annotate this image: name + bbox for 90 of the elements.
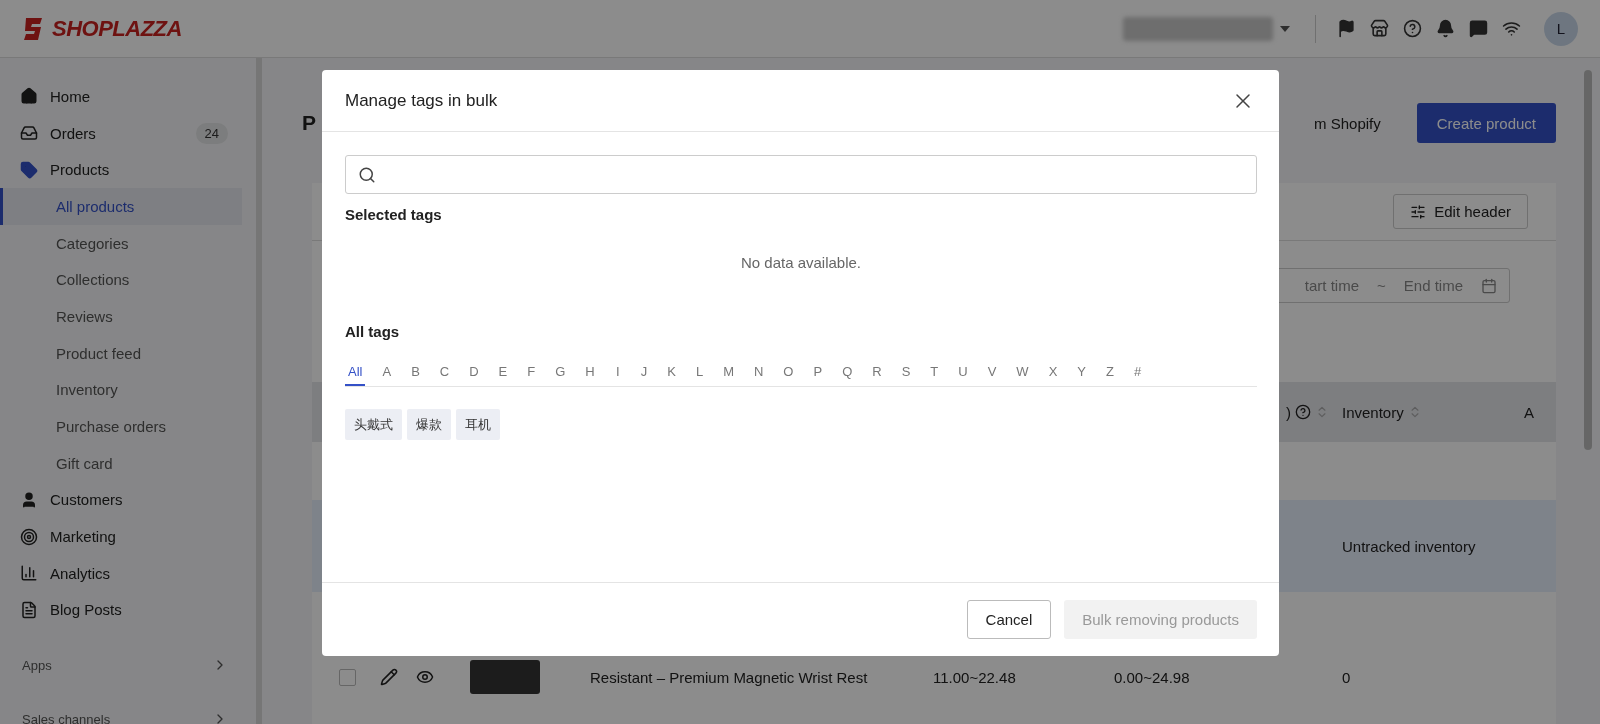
column-header[interactable]: Inventory	[1342, 403, 1524, 421]
wifi-icon	[1502, 19, 1521, 38]
page-title: P	[302, 111, 316, 135]
product-image	[470, 660, 540, 694]
bar-chart-icon	[20, 564, 38, 583]
nav-item[interactable]: Orders 24	[0, 114, 256, 152]
row-checkbox[interactable]	[339, 668, 356, 686]
letter-tab[interactable]: D	[466, 362, 482, 386]
letter-tab[interactable]: T	[927, 362, 942, 386]
letter-tab[interactable]: Y	[1074, 362, 1089, 386]
nav-subitem[interactable]: Inventory	[0, 371, 242, 409]
store-icon[interactable]	[1370, 19, 1389, 38]
letter-tab[interactable]: #	[1130, 362, 1145, 386]
inbox-icon	[20, 124, 38, 143]
nav-section[interactable]: Sales channels	[0, 682, 256, 724]
nav-subitem[interactable]: Reviews	[0, 298, 242, 335]
pencil-icon[interactable]	[380, 668, 398, 686]
product-title: Resistant – Premium Magnetic Wrist Rest	[590, 668, 869, 686]
section-label: Selected tags	[345, 206, 443, 223]
tag-icon	[20, 160, 38, 179]
edit-header-button[interactable]: Edit header	[1393, 194, 1528, 229]
letter-tab[interactable]: K	[664, 362, 679, 386]
help-icon[interactable]	[1403, 19, 1422, 38]
nav-item[interactable]: Customers	[0, 481, 256, 519]
letter-tab[interactable]: I	[611, 362, 624, 386]
nav-subitem[interactable]: Product feed	[0, 334, 242, 372]
inventory-cell-text: 0	[1342, 668, 1352, 686]
letter-tab[interactable]: S	[898, 362, 914, 386]
column-header[interactable]: )	[1114, 403, 1342, 421]
nav-item[interactable]: Blog Posts	[0, 591, 256, 629]
letter-tab[interactable]: Q	[839, 362, 856, 386]
flag-icon[interactable]	[1337, 19, 1356, 38]
section-label: All tags	[345, 323, 401, 340]
search-icon	[358, 165, 376, 184]
letter-tab[interactable]: M	[720, 362, 737, 386]
person-icon	[20, 490, 38, 509]
letter-tab[interactable]: X	[1045, 362, 1061, 386]
tag-search-field[interactable]	[345, 155, 1257, 194]
bell-icon[interactable]	[1436, 19, 1455, 38]
settings-icon	[1410, 203, 1427, 220]
compare-price-cell-text: 0.00~24.98	[1114, 668, 1191, 686]
letter-tab[interactable]: O	[780, 362, 797, 386]
letter-tab[interactable]: G	[552, 362, 569, 386]
tag-chip[interactable]: 头戴式	[345, 409, 402, 440]
caret-icon	[1280, 25, 1290, 32]
empty-message: No data available.	[740, 253, 862, 271]
count-badge: 24	[195, 122, 228, 144]
letter-tab[interactable]: All	[345, 362, 366, 386]
price-cell-text: 11.00~22.48	[933, 668, 1017, 686]
letter-tab[interactable]: W	[1013, 362, 1032, 386]
letter-tab[interactable]: N	[750, 362, 767, 386]
nav-item[interactable]: Analytics	[0, 554, 256, 592]
nav-item[interactable]: Home	[0, 78, 256, 115]
letter-tab[interactable]: J	[637, 362, 651, 386]
chat-icon[interactable]	[1469, 19, 1488, 38]
scrollbar[interactable]	[1584, 70, 1592, 450]
letter-tab[interactable]: L	[692, 362, 707, 386]
import-link[interactable]: m Shopify	[1314, 114, 1381, 132]
letter-tab[interactable]: B	[408, 362, 423, 386]
tag-chip[interactable]: 爆款	[407, 409, 451, 440]
nav-section[interactable]: Apps	[0, 628, 256, 683]
nav-subitem[interactable]: Collections	[0, 261, 242, 299]
logo-text: SHOPLAZZA	[52, 15, 182, 42]
letter-tab[interactable]: Z	[1103, 362, 1117, 386]
target-icon	[20, 527, 38, 546]
letter-tab[interactable]: A	[379, 362, 395, 386]
eye-icon[interactable]	[416, 668, 434, 686]
letter-tab[interactable]: C	[436, 362, 453, 386]
letter-tab[interactable]: F	[524, 362, 539, 386]
dialog-title: Manage tags in bulk	[345, 90, 498, 111]
letter-tab[interactable]: V	[984, 362, 1000, 386]
cancel-button[interactable]: Cancel	[966, 600, 1052, 639]
nav-subitem[interactable]: Purchase orders	[0, 408, 242, 445]
calendar-icon	[1481, 277, 1497, 294]
letter-tab[interactable]: P	[810, 362, 826, 386]
letter-tab[interactable]: R	[869, 362, 885, 386]
letter-tab[interactable]: E	[495, 362, 511, 386]
column-header[interactable]: A	[1524, 403, 1556, 421]
tag-chip[interactable]: 耳机	[456, 409, 500, 440]
nav-subitem[interactable]: All products	[0, 188, 242, 225]
letter-tab[interactable]: U	[955, 362, 971, 386]
inventory-cell-text: Untracked inventory	[1342, 537, 1477, 555]
user-avatar[interactable]: L	[1544, 11, 1578, 46]
home-icon	[20, 87, 38, 106]
document-icon	[20, 600, 38, 619]
nav-item[interactable]: Marketing	[0, 518, 256, 555]
letter-tab[interactable]: H	[582, 362, 598, 386]
create-product-button[interactable]: Create product	[1416, 103, 1556, 143]
nav-subitem[interactable]: Gift card	[0, 444, 242, 482]
help-icon	[1295, 404, 1311, 420]
